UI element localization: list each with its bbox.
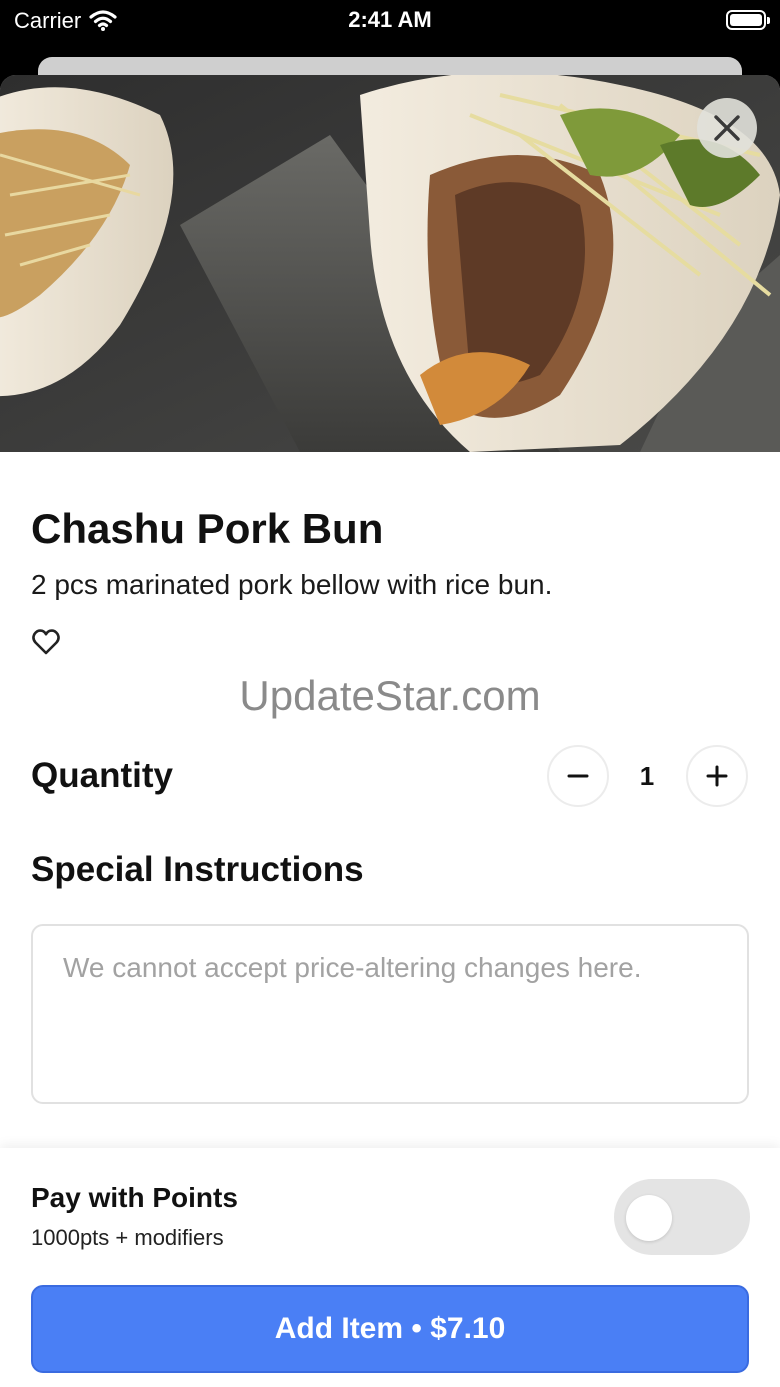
close-button[interactable] xyxy=(697,98,757,158)
watermark: UpdateStar.com xyxy=(239,672,541,719)
quantity-label: Quantity xyxy=(31,756,173,795)
battery-icon xyxy=(726,10,770,30)
status-time: 2:41 AM xyxy=(348,7,432,32)
quantity-increase-button[interactable] xyxy=(686,745,748,807)
special-instructions-label: Special Instructions xyxy=(31,850,364,889)
close-icon xyxy=(714,115,740,141)
plus-icon xyxy=(706,765,728,787)
pay-with-points-subtitle: 1000pts + modifiers xyxy=(31,1225,224,1250)
add-item-button[interactable]: Add Item • $7.10 xyxy=(31,1285,749,1373)
checkout-footer: Pay with Points 1000pts + modifiers Add … xyxy=(0,1148,780,1387)
pay-with-points-label: Pay with Points xyxy=(31,1182,238,1213)
pay-with-points-toggle[interactable] xyxy=(614,1179,750,1255)
food-photo xyxy=(0,75,780,452)
item-photo xyxy=(0,75,780,452)
status-bar: Carrier 2:41 AM xyxy=(0,0,780,56)
toggle-knob xyxy=(626,1195,672,1241)
quantity-value: 1 xyxy=(639,761,655,791)
special-instructions-input[interactable] xyxy=(31,924,749,1104)
item-detail-sheet: Chashu Pork Bun 2 pcs marinated pork bel… xyxy=(0,75,780,1387)
item-description: 2 pcs marinated pork bellow with rice bu… xyxy=(31,569,553,600)
favorite-button[interactable] xyxy=(31,627,61,657)
minus-icon xyxy=(567,774,589,778)
quantity-decrease-button[interactable] xyxy=(547,745,609,807)
item-title: Chashu Pork Bun xyxy=(31,505,384,552)
heart-outline-icon xyxy=(32,629,60,655)
